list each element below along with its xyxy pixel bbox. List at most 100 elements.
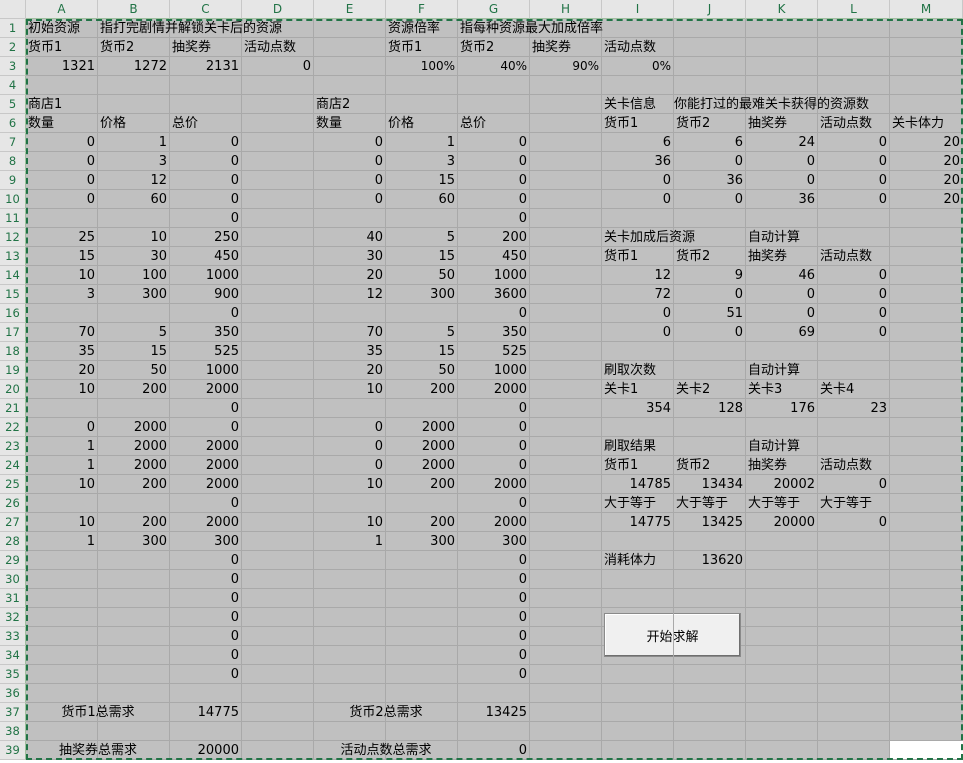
row-header-31[interactable]: 31 — [0, 589, 26, 608]
cell-l7[interactable]: 0 — [818, 133, 889, 152]
cell-a9[interactable]: 0 — [26, 171, 97, 190]
cell-a8[interactable]: 0 — [26, 152, 97, 171]
cell-a27[interactable]: 10 — [26, 513, 97, 532]
cell-f17[interactable]: 5 — [386, 323, 457, 342]
row-header-18[interactable]: 18 — [0, 342, 26, 361]
cell-g29[interactable]: 0 — [458, 551, 529, 570]
cell-f14[interactable]: 50 — [386, 266, 457, 285]
column-header-i[interactable]: I — [602, 0, 674, 19]
cell-c14[interactable]: 1000 — [170, 266, 241, 285]
cell-e27[interactable]: 10 — [314, 513, 385, 532]
cell-a3[interactable]: 1321 — [26, 57, 97, 76]
cell-i17[interactable]: 0 — [602, 323, 673, 342]
cell-b2[interactable]: 货币2 — [98, 38, 136, 57]
row-header-29[interactable]: 29 — [0, 551, 26, 570]
cell-g19[interactable]: 1000 — [458, 361, 529, 380]
row-header-24[interactable]: 24 — [0, 456, 26, 475]
cell-i26[interactable]: 大于等于 — [602, 494, 658, 513]
column-header-b[interactable]: B — [98, 0, 170, 19]
cell-m7[interactable]: 20 — [890, 133, 962, 152]
cell-g1[interactable]: 指每种资源最大加成倍率 — [458, 19, 605, 38]
cell-g16[interactable]: 0 — [458, 304, 529, 323]
cell-e28[interactable]: 1 — [314, 532, 385, 551]
cell-g6[interactable]: 总价 — [458, 114, 488, 133]
cell-e12[interactable]: 40 — [314, 228, 385, 247]
cell-c31[interactable]: 0 — [170, 589, 241, 608]
cell-j15[interactable]: 0 — [674, 285, 745, 304]
cell-k21[interactable]: 176 — [746, 399, 817, 418]
cell-m9[interactable]: 20 — [890, 171, 962, 190]
cell-j20[interactable]: 关卡2 — [674, 380, 712, 399]
cell-g12[interactable]: 200 — [458, 228, 529, 247]
cell-a7[interactable]: 0 — [26, 133, 97, 152]
cell-l10[interactable]: 0 — [818, 190, 889, 209]
cell-k17[interactable]: 69 — [746, 323, 817, 342]
cell-c25[interactable]: 2000 — [170, 475, 241, 494]
cell-c21[interactable]: 0 — [170, 399, 241, 418]
column-header-l[interactable]: L — [818, 0, 890, 19]
cell-g10[interactable]: 0 — [458, 190, 529, 209]
column-header-h[interactable]: H — [530, 0, 602, 19]
cell-m10[interactable]: 20 — [890, 190, 962, 209]
row-header-8[interactable]: 8 — [0, 152, 26, 171]
cell-c27[interactable]: 2000 — [170, 513, 241, 532]
cell-b17[interactable]: 5 — [98, 323, 169, 342]
row-header-36[interactable]: 36 — [0, 684, 26, 703]
cell-e22[interactable]: 0 — [314, 418, 385, 437]
row-header-21[interactable]: 21 — [0, 399, 26, 418]
cell-a12[interactable]: 25 — [26, 228, 97, 247]
row-header-27[interactable]: 27 — [0, 513, 26, 532]
cell-b25[interactable]: 200 — [98, 475, 169, 494]
row-header-28[interactable]: 28 — [0, 532, 26, 551]
cell-c12[interactable]: 250 — [170, 228, 241, 247]
cell-e23[interactable]: 0 — [314, 437, 385, 456]
cell-b15[interactable]: 300 — [98, 285, 169, 304]
cell-g30[interactable]: 0 — [458, 570, 529, 589]
cell-l20[interactable]: 关卡4 — [818, 380, 856, 399]
cell-k12[interactable]: 自动计算 — [746, 228, 802, 247]
cell-j24[interactable]: 货币2 — [674, 456, 712, 475]
cell-b24[interactable]: 2000 — [98, 456, 169, 475]
cell-l9[interactable]: 0 — [818, 171, 889, 190]
cell-g17[interactable]: 350 — [458, 323, 529, 342]
cell-k23[interactable]: 自动计算 — [746, 437, 802, 456]
cell-g14[interactable]: 1000 — [458, 266, 529, 285]
cell-g23[interactable]: 0 — [458, 437, 529, 456]
cell-e8[interactable]: 0 — [314, 152, 385, 171]
cell-j13[interactable]: 货币2 — [674, 247, 712, 266]
cell-k26[interactable]: 大于等于 — [746, 494, 802, 513]
cell-a23[interactable]: 1 — [26, 437, 97, 456]
cell-g37[interactable]: 13425 — [458, 703, 529, 722]
cell-a22[interactable]: 0 — [26, 418, 97, 437]
cell-a15[interactable]: 3 — [26, 285, 97, 304]
cell-g27[interactable]: 2000 — [458, 513, 529, 532]
cell-l14[interactable]: 0 — [818, 266, 889, 285]
row-header-32[interactable]: 32 — [0, 608, 26, 627]
cell-j29[interactable]: 13620 — [674, 551, 745, 570]
cell-g9[interactable]: 0 — [458, 171, 529, 190]
column-header-f[interactable]: F — [386, 0, 458, 19]
cell-e10[interactable]: 0 — [314, 190, 385, 209]
cell-f13[interactable]: 15 — [386, 247, 457, 266]
row-header-15[interactable]: 15 — [0, 285, 26, 304]
cell-c30[interactable]: 0 — [170, 570, 241, 589]
cell-e37[interactable]: 货币2总需求 — [314, 703, 458, 722]
column-header-k[interactable]: K — [746, 0, 818, 19]
cell-i7[interactable]: 6 — [602, 133, 673, 152]
cell-c35[interactable]: 0 — [170, 665, 241, 684]
row-header-5[interactable]: 5 — [0, 95, 26, 114]
cell-l25[interactable]: 0 — [818, 475, 889, 494]
cell-b10[interactable]: 60 — [98, 190, 169, 209]
cell-c26[interactable]: 0 — [170, 494, 241, 513]
cell-l6[interactable]: 活动点数 — [818, 114, 874, 133]
cell-l8[interactable]: 0 — [818, 152, 889, 171]
cell-g13[interactable]: 450 — [458, 247, 529, 266]
row-header-34[interactable]: 34 — [0, 646, 26, 665]
cell-c23[interactable]: 2000 — [170, 437, 241, 456]
cell-f19[interactable]: 50 — [386, 361, 457, 380]
cell-i21[interactable]: 354 — [602, 399, 673, 418]
cell-k14[interactable]: 46 — [746, 266, 817, 285]
cell-c19[interactable]: 1000 — [170, 361, 241, 380]
cell-f10[interactable]: 60 — [386, 190, 457, 209]
cell-f6[interactable]: 价格 — [386, 114, 416, 133]
